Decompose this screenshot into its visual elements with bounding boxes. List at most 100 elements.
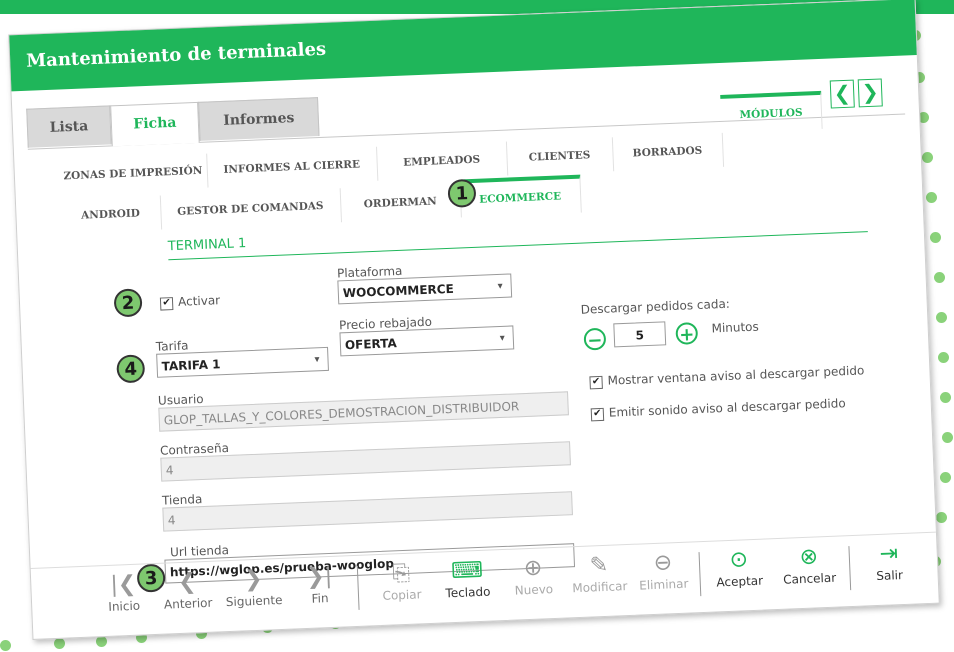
decorative-dot — [936, 512, 947, 523]
first-record-label: Inicio — [108, 598, 141, 614]
decorative-dot — [930, 232, 941, 243]
keyboard-button[interactable]: ⌨ Teclado — [435, 556, 501, 601]
chevron-down-icon: ▾ — [497, 280, 503, 293]
keyboard-icon: ⌨ — [450, 557, 484, 585]
descargar-label: Descargar pedidos cada: — [580, 296, 731, 317]
new-label: Nuevo — [514, 582, 554, 598]
decorative-dot — [0, 640, 11, 651]
tarifa-label: Tarifa — [155, 338, 189, 354]
next-record-label: Siguiente — [225, 592, 283, 610]
last-icon: ❯| — [305, 563, 333, 590]
subtab-modulos[interactable]: MÓDULOS — [720, 90, 823, 133]
copy-button[interactable]: ⎘ Copiar — [369, 559, 435, 604]
annotation-badge-2: 2 — [113, 288, 143, 318]
check-circle-icon: ⊙ — [729, 547, 749, 573]
modify-label: Modificar — [572, 579, 628, 596]
minus-circle-icon: ⊖ — [653, 550, 673, 576]
tab-ficha[interactable]: Ficha — [110, 101, 200, 147]
section-divider — [168, 231, 868, 261]
tabs-prev-button[interactable]: ❮ — [829, 79, 855, 109]
exit-icon: ⇥ — [879, 541, 899, 567]
accept-label: Aceptar — [716, 573, 764, 590]
activar-label: Activar — [177, 293, 221, 309]
keyboard-label: Teclado — [445, 584, 491, 601]
emitir-sonido-label: Emitir sonido aviso al descargar pedido — [608, 396, 846, 420]
tabs-next-button[interactable]: ❯ — [857, 78, 883, 108]
tab-informes[interactable]: Informes — [198, 97, 320, 141]
decorative-dot — [940, 472, 951, 483]
last-record-label: Fin — [311, 591, 329, 606]
chevron-left-icon: ❮ — [177, 569, 198, 596]
subtab-gestor-comandas[interactable]: GESTOR DE COMANDAS — [159, 188, 343, 230]
decorative-dot — [926, 192, 937, 203]
window-title: Mantenimiento de terminales — [25, 38, 327, 72]
subtab-ecommerce[interactable]: ECOMMERCE — [459, 174, 582, 218]
modify-button[interactable]: ✎ Modificar — [566, 551, 632, 596]
terminal-maintenance-window: Mantenimiento de terminales Lista Ficha … — [8, 0, 940, 640]
annotation-badge-4: 4 — [116, 354, 146, 384]
next-record-button[interactable]: ❯ Siguiente — [221, 565, 287, 610]
exit-label: Salir — [876, 567, 904, 584]
plus-circle-icon: ⊕ — [523, 555, 543, 582]
chevron-right-icon: ❯ — [861, 79, 880, 105]
subtab-orderman[interactable]: ORDERMAN — [339, 183, 462, 223]
copy-label: Copiar — [382, 587, 422, 603]
emitir-sonido-checkbox[interactable]: ✔ — [590, 407, 605, 422]
tienda-field[interactable]: 4 — [162, 491, 573, 532]
decorative-dot — [922, 152, 933, 163]
decrement-button[interactable]: − — [583, 327, 607, 352]
toolbar-separator — [356, 565, 360, 610]
new-button[interactable]: ⊕ Nuevo — [501, 554, 567, 599]
decorative-dot — [934, 272, 945, 283]
decorative-dot — [96, 636, 107, 647]
chevron-right-icon: ❯ — [243, 566, 263, 593]
cancel-circle-icon: ⊗ — [799, 544, 819, 571]
minus-icon: − — [587, 329, 603, 352]
accept-button[interactable]: ⊙ Aceptar — [706, 545, 772, 590]
check-icon: ✔ — [591, 375, 601, 388]
check-icon: ✔ — [162, 297, 172, 309]
cancel-button[interactable]: ⊗ Cancelar — [776, 542, 842, 587]
cancel-label: Cancelar — [782, 570, 837, 587]
plataforma-value: WOOCOMMERCE — [342, 281, 455, 301]
decorative-dot — [942, 432, 953, 443]
decorative-dot — [54, 638, 65, 649]
exit-button[interactable]: ⇥ Salir — [856, 539, 922, 584]
subtab-borrados[interactable]: BORRADOS — [611, 132, 725, 172]
mostrar-ventana-checkbox[interactable]: ✔ — [589, 375, 603, 390]
subtab-clientes[interactable]: CLIENTES — [505, 137, 615, 176]
usuario-value: GLOP_TALLAS_Y_COLORES_DEMOSTRACION_DISTR… — [163, 399, 520, 428]
subtab-informes-cierre[interactable]: INFORMES AL CIERRE — [206, 146, 379, 188]
delete-button[interactable]: ⊖ Eliminar — [630, 548, 696, 593]
copy-icon: ⎘ — [391, 560, 411, 587]
check-icon: ✔ — [592, 407, 602, 420]
chevron-left-icon: ❮ — [833, 80, 852, 106]
decorative-dot — [938, 352, 949, 363]
first-record-button[interactable]: |❮ Inicio — [91, 570, 157, 615]
decorative-dot — [940, 392, 951, 403]
pencil-icon: ✎ — [589, 552, 609, 579]
descargar-value: 5 — [635, 328, 645, 343]
minutos-label: Minutos — [711, 319, 760, 336]
subtab-empleados[interactable]: EMPLEADOS — [376, 141, 509, 181]
previous-record-button[interactable]: ❮ Anterior — [155, 567, 221, 612]
subtab-zonas-impresion[interactable]: ZONAS DE IMPRESIÓN — [58, 153, 209, 194]
delete-label: Eliminar — [638, 576, 689, 593]
mostrar-ventana-label: Mostrar ventana aviso al descargar pedid… — [607, 363, 865, 388]
tab-lista[interactable]: Lista — [26, 105, 112, 148]
chevron-down-icon: ▾ — [499, 332, 506, 344]
increment-button[interactable]: + — [675, 322, 699, 346]
decorative-dot — [936, 312, 947, 323]
plus-icon: + — [678, 324, 695, 346]
toolbar-separator — [698, 552, 702, 597]
previous-record-label: Anterior — [163, 595, 213, 612]
usuario-field[interactable]: GLOP_TALLAS_Y_COLORES_DEMOSTRACION_DISTR… — [158, 391, 569, 432]
subtab-android[interactable]: ANDROID — [59, 195, 163, 234]
toolbar-separator — [848, 546, 852, 591]
section-title: TERMINAL 1 — [167, 236, 247, 255]
password-value: 4 — [165, 463, 174, 478]
last-record-button[interactable]: ❯| Fin — [287, 562, 353, 607]
activar-checkbox[interactable]: ✔ — [159, 297, 174, 311]
descargar-minutes-input[interactable]: 5 — [613, 321, 667, 348]
tienda-value: 4 — [167, 513, 176, 528]
